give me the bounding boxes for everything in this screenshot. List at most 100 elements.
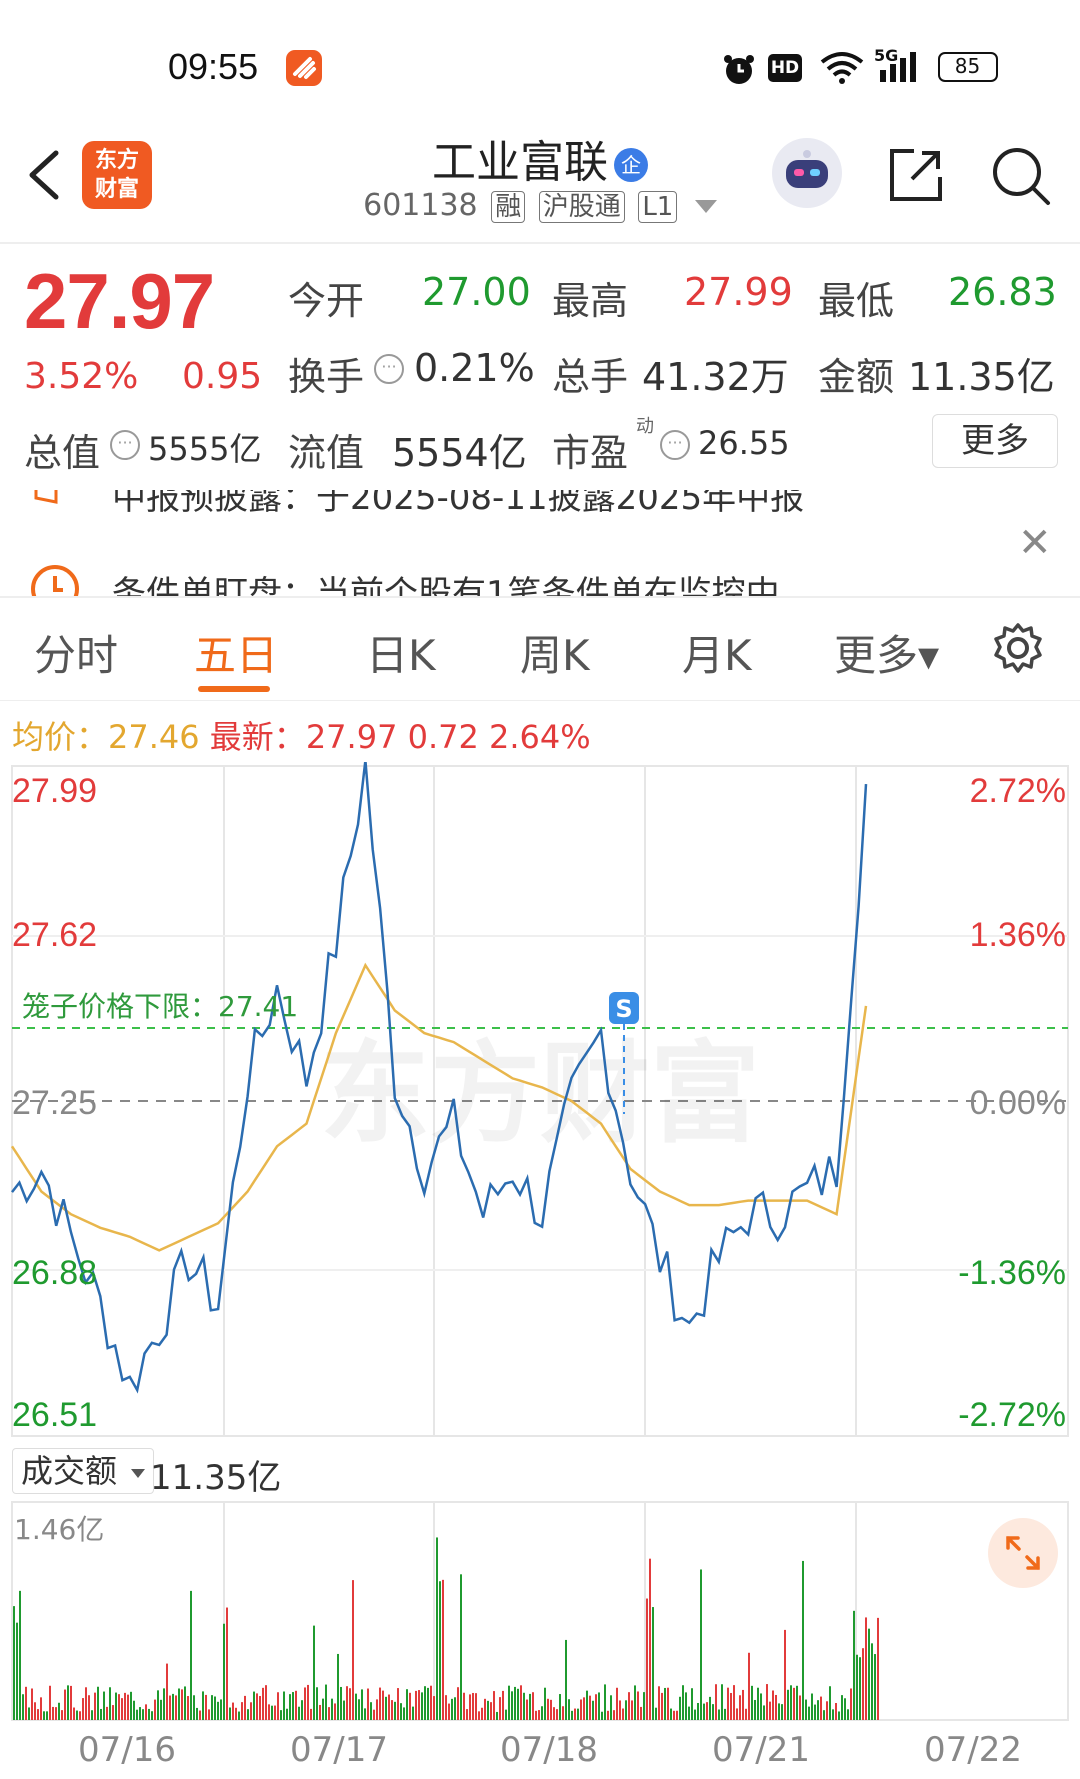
- expand-icon[interactable]: [988, 1518, 1058, 1588]
- volume-bar: [124, 1692, 126, 1720]
- volume-bar: [505, 1709, 507, 1720]
- tab-more[interactable]: 更多▾: [834, 622, 939, 683]
- volume-bar: [844, 1698, 846, 1720]
- notice-item[interactable]: 中报预披露：于2025-08-11披露2025年中报: [112, 490, 804, 519]
- volume-bar: [727, 1687, 729, 1720]
- active-tab-indicator: [198, 686, 270, 692]
- volume-bar: [517, 1688, 519, 1720]
- share-icon[interactable]: [886, 145, 946, 205]
- volume-bar: [448, 1703, 450, 1720]
- volume-bar: [529, 1693, 531, 1720]
- tab-weekly-k[interactable]: 周K: [520, 622, 590, 683]
- change-amount: 0.95: [182, 356, 263, 397]
- volume-bar: [280, 1710, 282, 1720]
- volume-bar: [535, 1710, 537, 1720]
- chevron-down-icon[interactable]: [694, 200, 717, 213]
- volume-bar: [739, 1695, 741, 1720]
- volume-type-selector[interactable]: 成交额: [12, 1448, 155, 1494]
- volume-bar: [676, 1710, 678, 1720]
- volume-bar: [586, 1690, 588, 1720]
- tab-intraday[interactable]: 分时: [34, 622, 118, 683]
- status-time: 09:55: [168, 46, 259, 87]
- y-right-tick: 0.00%: [969, 1084, 1066, 1122]
- volume-bar: [706, 1702, 708, 1720]
- volume-bar: [811, 1693, 813, 1720]
- volume-bar: [331, 1698, 333, 1720]
- volume-bar: [601, 1711, 603, 1720]
- volume-bar: [430, 1685, 432, 1720]
- volume-bar: [343, 1700, 345, 1720]
- volume-bar: [757, 1687, 759, 1720]
- volume-bar: [340, 1686, 342, 1720]
- volume-bar: [637, 1691, 639, 1720]
- battery-level: 85: [954, 54, 981, 78]
- y-right-tick: -2.72%: [958, 1396, 1066, 1434]
- volume-chart: [11, 1501, 1069, 1721]
- volume-bar: [139, 1707, 141, 1720]
- volume-bar: [205, 1694, 207, 1720]
- info-icon[interactable]: ···: [374, 354, 404, 384]
- volume-bar: [733, 1685, 735, 1720]
- margin-tag: 融: [491, 191, 526, 223]
- volume-bar: [409, 1692, 411, 1720]
- volume-bar: [196, 1707, 198, 1720]
- volume-bar: [100, 1708, 102, 1720]
- volume-bar: [220, 1699, 222, 1720]
- volume-bar: [85, 1687, 87, 1720]
- y-left-tick: 26.88: [12, 1254, 98, 1292]
- volume-bar: [559, 1694, 561, 1720]
- volume-bar: [37, 1709, 39, 1720]
- volume-bar: [253, 1691, 255, 1720]
- volume-bar: [763, 1705, 765, 1720]
- volume-bar: [877, 1617, 879, 1720]
- volume-bar: [187, 1696, 189, 1720]
- volume-bar: [370, 1702, 372, 1720]
- volume-bar: [319, 1704, 321, 1720]
- search-icon[interactable]: [990, 145, 1052, 207]
- volume-bar: [277, 1692, 279, 1720]
- volume-bar: [457, 1687, 459, 1720]
- high-label: 最高: [552, 279, 629, 323]
- info-icon[interactable]: ···: [110, 430, 140, 460]
- volume-bar: [580, 1699, 582, 1720]
- volume-bar: [778, 1703, 780, 1720]
- volume-bar: [595, 1694, 597, 1720]
- ai-assistant-icon[interactable]: [772, 138, 842, 208]
- volume-bar: [460, 1574, 462, 1720]
- volume-bar: [82, 1698, 84, 1720]
- volume-bar: [364, 1708, 366, 1720]
- tab-daily-k[interactable]: 日K: [366, 622, 436, 683]
- more-quote-button[interactable]: 更多: [932, 414, 1058, 468]
- volume-bar: [526, 1699, 528, 1720]
- volume-bar: [157, 1690, 159, 1720]
- volume-bar: [634, 1685, 636, 1720]
- notice-item[interactable]: 条件单盯盘：当前个股有1笔条件单在监控中: [112, 566, 780, 596]
- volume-bar: [313, 1625, 315, 1720]
- volume-bar: [499, 1697, 501, 1720]
- tab-five-day[interactable]: 五日: [194, 622, 278, 683]
- s-marker-label: S: [615, 995, 632, 1023]
- volume-bar: [358, 1699, 360, 1720]
- tab-monthly-k[interactable]: 月K: [682, 622, 752, 683]
- volume-bar: [841, 1695, 843, 1720]
- volume-bar: [112, 1705, 114, 1720]
- volume-bar: [511, 1691, 513, 1720]
- volume-bar: [94, 1692, 96, 1720]
- volume-bar: [673, 1710, 675, 1720]
- info-icon[interactable]: ···: [660, 430, 690, 460]
- float-cap-label: 流值: [288, 431, 365, 475]
- volume-value: 41.32万: [642, 355, 789, 399]
- amount-label: 金额: [818, 355, 895, 399]
- volume-bar: [502, 1690, 504, 1720]
- settings-gear-icon[interactable]: [992, 622, 1044, 678]
- volume-bar: [256, 1693, 258, 1720]
- volume-bar: [49, 1685, 51, 1720]
- volume-bar: [625, 1700, 627, 1720]
- volume-bar: [838, 1711, 840, 1720]
- volume-bar: [574, 1708, 576, 1720]
- volume-bar: [550, 1699, 552, 1720]
- close-icon[interactable]: ✕: [1018, 520, 1052, 566]
- volume-bar: [298, 1706, 300, 1720]
- five-day-price-chart[interactable]: 东方财富 S 笼子价格下限：27.41: [0, 762, 1080, 1452]
- pe-dynamic-mark: 动: [636, 416, 654, 437]
